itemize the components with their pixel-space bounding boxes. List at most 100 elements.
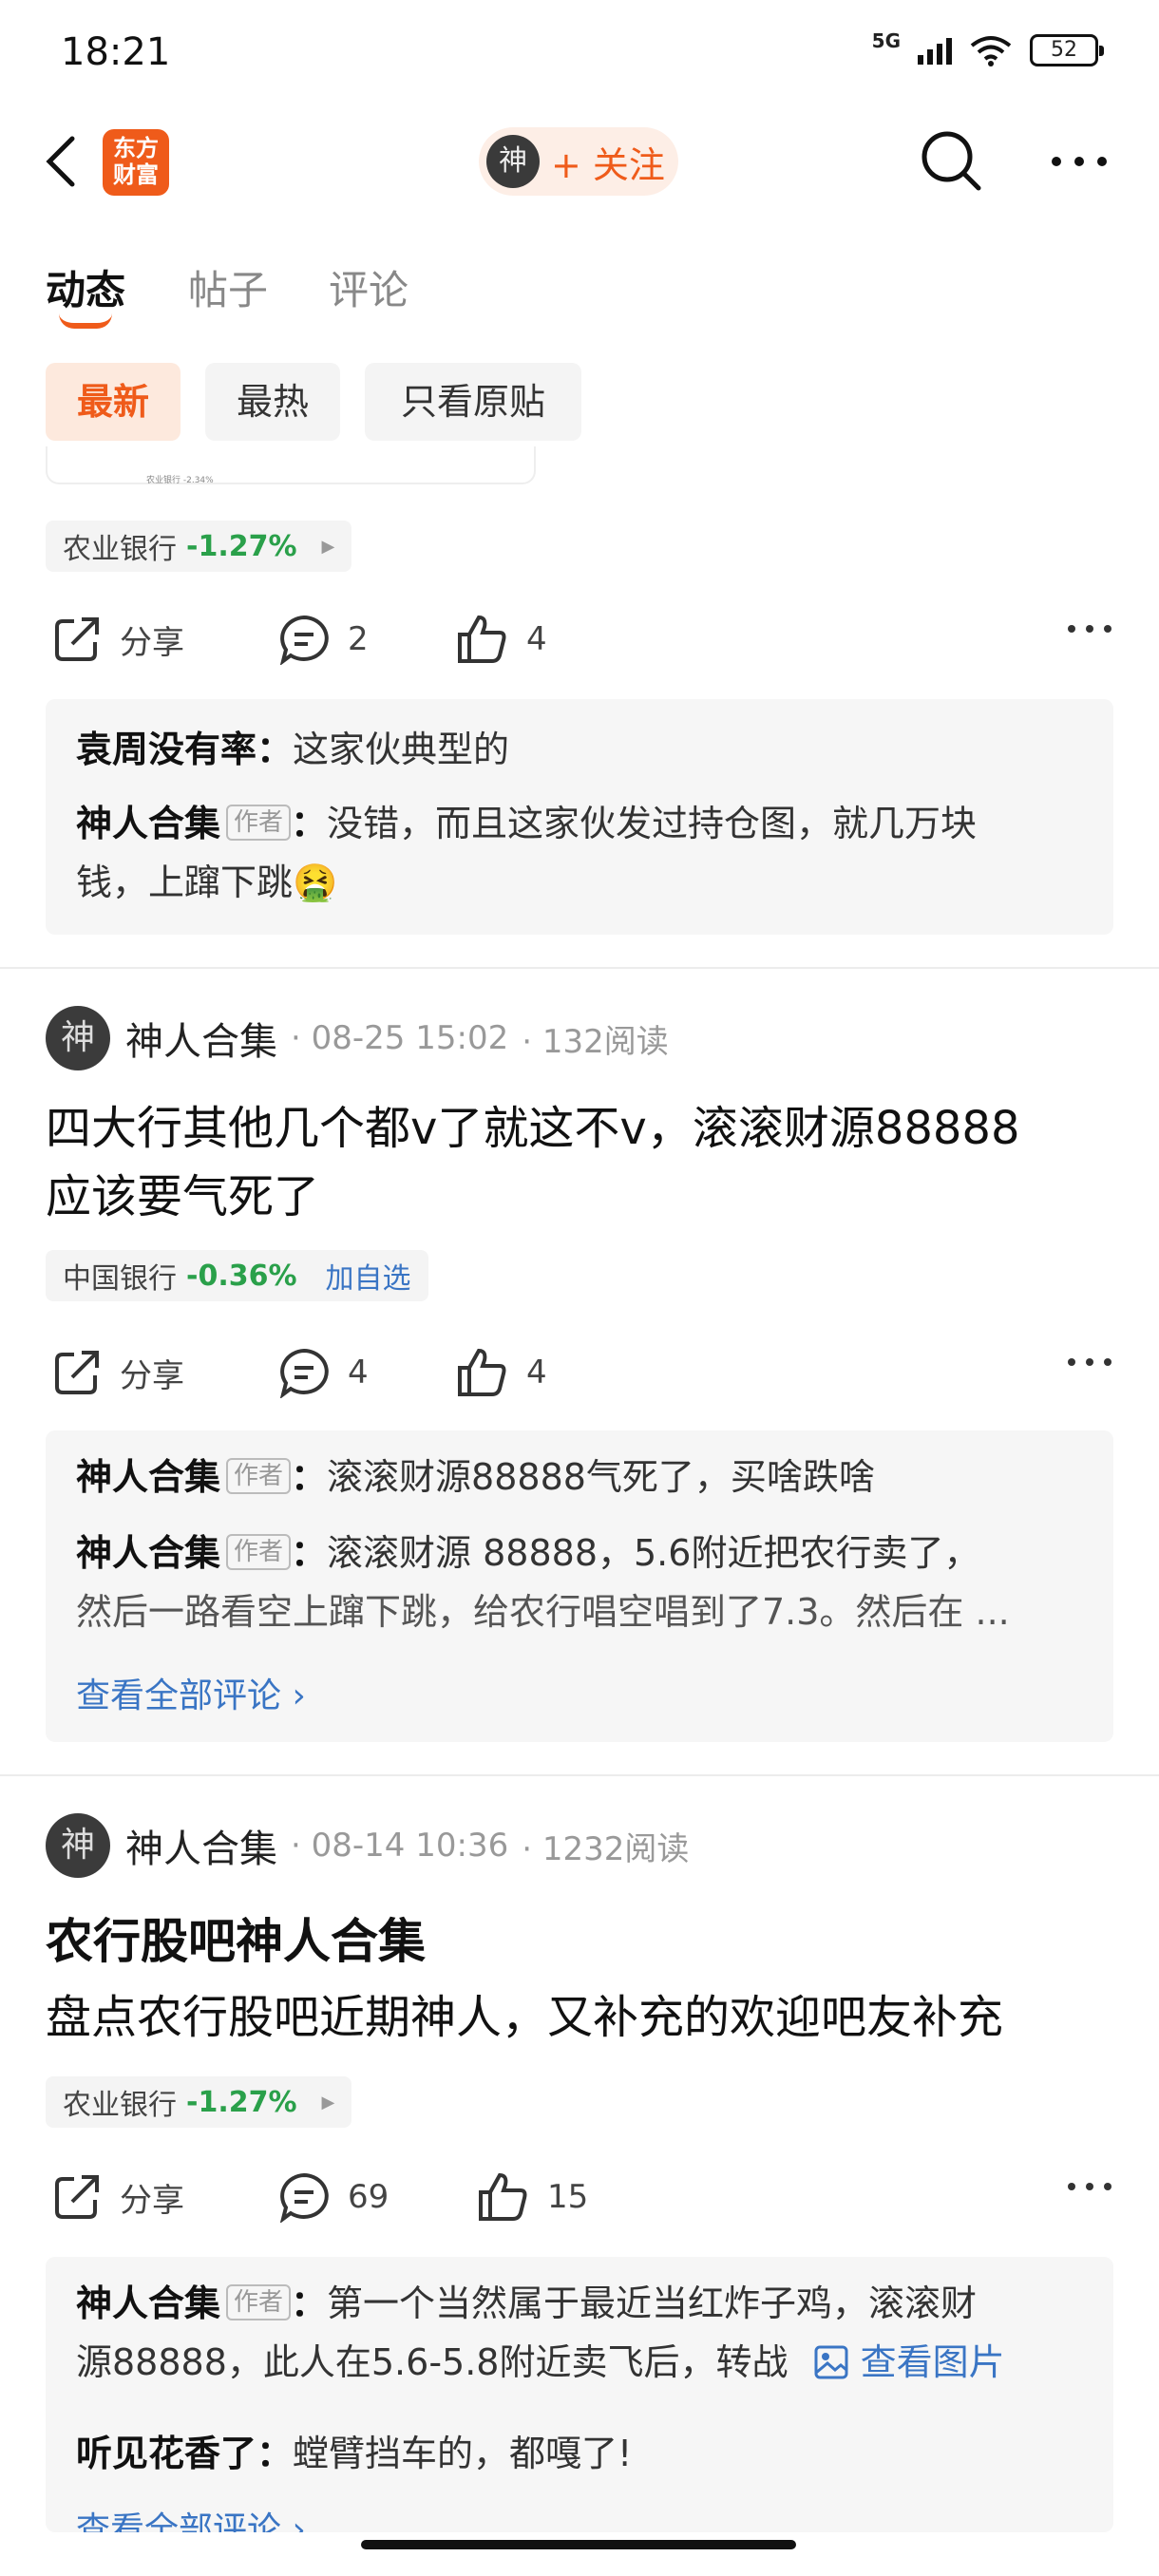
- post-author-row[interactable]: 神 神人合集 · 08-14 10:36 · 1232阅读: [46, 1812, 689, 1879]
- comment-user[interactable]: 袁周没有率：: [76, 729, 293, 770]
- comment-text: 第一个当然属于最近当红炸子鸡，滚滚财: [327, 2282, 978, 2324]
- share-label: 分享: [120, 2181, 184, 2220]
- stock-name: 中国银行: [63, 1262, 177, 1296]
- comment-button[interactable]: 4: [277, 1347, 369, 1398]
- app-logo: 东方 财富: [103, 129, 169, 196]
- filter-original-only[interactable]: 只看原贴: [365, 363, 581, 441]
- comment-button[interactable]: 69: [277, 2171, 389, 2223]
- comment-text: 滚滚财源 88888，5.6附近把农行卖了，: [327, 1532, 980, 1574]
- comment-count: 4: [348, 1354, 369, 1392]
- view-image-link[interactable]: 查看图片: [813, 2341, 1005, 2383]
- share-button[interactable]: 分享: [51, 1347, 184, 1398]
- comment-separator: ：: [291, 2282, 328, 2324]
- stock-tag[interactable]: 农业银行 -1.27% ▶: [46, 521, 352, 572]
- more-icon[interactable]: [1049, 142, 1110, 180]
- wifi-icon: [970, 36, 1012, 66]
- share-button[interactable]: 分享: [51, 2171, 184, 2223]
- comment-button[interactable]: 2: [277, 614, 369, 665]
- tab-comments[interactable]: 评论: [329, 258, 408, 316]
- image-icon: [814, 2345, 848, 2379]
- triangle-right-icon: ▶: [321, 2092, 335, 2112]
- stock-name: 农业银行: [63, 2089, 177, 2122]
- author-name[interactable]: 神人合集: [125, 1011, 277, 1066]
- image-caption: 农业银行 -2.34%: [146, 476, 214, 485]
- comment-text: 这家伙典型的: [293, 729, 510, 770]
- battery-icon: 52: [1030, 34, 1104, 66]
- post-image-fragment[interactable]: 农业银行 -2.34%: [46, 446, 536, 485]
- author-avatar[interactable]: 神: [46, 1006, 110, 1070]
- comment-user[interactable]: 听见花香了：: [76, 2433, 293, 2474]
- triangle-right-icon: ▶: [321, 536, 335, 557]
- active-tab-indicator: [59, 313, 112, 329]
- add-watchlist-button[interactable]: 加自选: [326, 1255, 411, 1297]
- post-content[interactable]: 四大行其他几个都v了就这不v，滚滚财源88888 应该要气死了: [46, 1094, 1119, 1231]
- comment-preview-box[interactable]: 神人合集 作者 ：滚滚财源88888气死了，买啥跌啥 神人合集 作者 ：滚滚财源 888…: [46, 1430, 1113, 1742]
- author-badge: 作者: [226, 1534, 292, 1570]
- network-label: 5G: [871, 29, 901, 52]
- share-button[interactable]: 分享: [51, 614, 184, 665]
- comment-item: 听见花香了：螳臂挡车的，都嘎了!: [76, 2424, 1083, 2483]
- filter-latest[interactable]: 最新: [46, 363, 180, 441]
- like-count: 15: [547, 2178, 589, 2216]
- post-actions: 分享 4 4: [46, 1339, 1113, 1406]
- home-indicator[interactable]: [361, 2540, 796, 2549]
- like-count: 4: [526, 1354, 547, 1392]
- follow-button[interactable]: 神 + 关注: [479, 127, 678, 196]
- like-button[interactable]: 15: [477, 2171, 588, 2223]
- share-icon: [55, 1351, 99, 1394]
- post-content[interactable]: 盘点农行股吧近期神人，又补充的欢迎吧友补充: [46, 1983, 1119, 2052]
- stock-tag[interactable]: 农业银行 -1.27% ▶: [46, 2076, 352, 2128]
- comment-user[interactable]: 神人合集: [76, 1532, 220, 1574]
- comment-user[interactable]: 神人合集: [76, 2282, 220, 2324]
- filter-hottest[interactable]: 最热: [205, 363, 340, 441]
- comment-text: 然后一路看空上蹿下跳，给农行唱空唱到了7.3。然后在 ...: [76, 1591, 1010, 1633]
- like-button[interactable]: 4: [456, 614, 547, 665]
- logo-text-top: 东方: [113, 135, 159, 161]
- more-options-icon[interactable]: [1066, 1353, 1113, 1372]
- stock-change: -1.27%: [186, 2085, 297, 2119]
- post-actions: 分享 69 15: [46, 2164, 1113, 2230]
- post-date: · 08-25 15:02: [291, 1019, 509, 1057]
- author-avatar[interactable]: 神: [46, 1813, 110, 1878]
- search-icon[interactable]: [918, 127, 984, 194]
- back-icon[interactable]: [42, 133, 80, 190]
- tab-posts[interactable]: 帖子: [188, 258, 268, 316]
- comment-preview-box[interactable]: 袁周没有率：这家伙典型的 神人合集 作者 ：没错，而且这家伙发过持仓图，就几万块 钱…: [46, 699, 1113, 935]
- thumbs-up-icon: [458, 615, 506, 663]
- post-text-line: 应该要气死了: [46, 1170, 320, 1223]
- more-options-icon[interactable]: [1066, 2177, 1113, 2196]
- more-options-icon[interactable]: [1066, 619, 1113, 638]
- thumbs-up-icon: [479, 2172, 527, 2221]
- comment-preview-box[interactable]: 神人合集 作者 ：第一个当然属于最近当红炸子鸡，滚滚财 源88888，此人在5.6-…: [46, 2257, 1113, 2532]
- comment-text: 源88888，此人在5.6-5.8附近卖飞后，转战: [76, 2341, 788, 2383]
- comment-count: 69: [348, 2178, 390, 2216]
- like-button[interactable]: 4: [456, 1347, 547, 1398]
- author-badge: 作者: [226, 2284, 292, 2320]
- comment-text: 螳臂挡车的，都嘎了!: [293, 2433, 633, 2474]
- comment-icon: [279, 2172, 329, 2223]
- comment-item: 神人合集 作者 ：第一个当然属于最近当红炸子鸡，滚滚财 源88888，此人在5.6-…: [76, 2274, 1083, 2392]
- post-date: · 08-14 10:36: [291, 1827, 509, 1865]
- read-count: · 1232阅读: [522, 1829, 690, 1868]
- share-label: 分享: [120, 1356, 184, 1395]
- post-actions: 分享 2 4: [46, 606, 1113, 672]
- author-name[interactable]: 神人合集: [125, 1818, 277, 1873]
- post-title[interactable]: 农行股吧神人合集: [46, 1904, 426, 1972]
- view-all-comments-link[interactable]: 查看全部评论 ›: [76, 1668, 306, 1717]
- signal-icon: [918, 36, 952, 65]
- comment-item: 神人合集 作者 ：滚滚财源 88888，5.6附近把农行卖了， 然后一路看空上蹿下跳…: [76, 1524, 1083, 1641]
- tab-dynamic[interactable]: 动态: [46, 258, 125, 316]
- stock-tag[interactable]: 中国银行 -0.36% 加自选: [46, 1250, 428, 1301]
- comment-text: 滚滚财源88888气死了，买啥跌啥: [327, 1456, 875, 1498]
- share-icon: [55, 617, 99, 661]
- comment-user[interactable]: 神人合集: [76, 803, 220, 844]
- post-author-row[interactable]: 神 神人合集 · 08-25 15:02 · 132阅读: [46, 1005, 669, 1071]
- view-all-comments-link[interactable]: 查看全部评论 ›: [76, 2502, 306, 2532]
- comment-user[interactable]: 神人合集: [76, 1456, 220, 1498]
- stock-change: -1.27%: [186, 529, 297, 563]
- follow-label: + 关注: [551, 143, 665, 186]
- stock-change: -0.36%: [186, 1259, 297, 1293]
- status-time: 18:21: [61, 30, 171, 74]
- comment-item: 神人合集 作者 ：没错，而且这家伙发过持仓图，就几万块 钱，上蹿下跳🤮: [76, 794, 1083, 912]
- comment-text: 没错，而且这家伙发过持仓图，就几万块: [327, 803, 978, 844]
